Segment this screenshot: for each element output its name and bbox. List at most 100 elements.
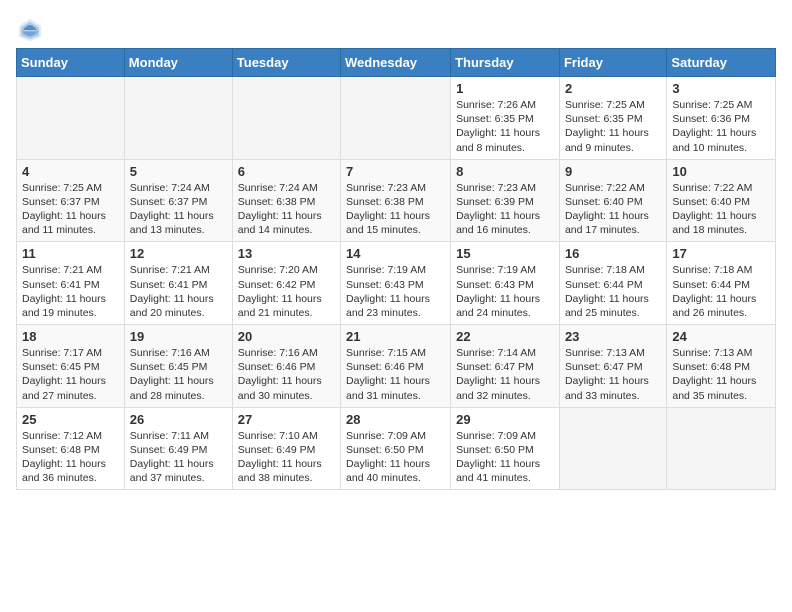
day-info: Sunrise: 7:13 AM Sunset: 6:47 PM Dayligh… [565,346,661,403]
calendar-cell: 5 Sunrise: 7:24 AM Sunset: 6:37 PM Daylig… [124,159,232,242]
day-number: 10 [672,164,770,179]
day-info: Sunrise: 7:25 AM Sunset: 6:37 PM Dayligh… [22,181,119,238]
calendar-cell: 19 Sunrise: 7:16 AM Sunset: 6:45 PM Dayli… [124,325,232,408]
day-number: 11 [22,246,119,261]
day-info: Sunrise: 7:22 AM Sunset: 6:40 PM Dayligh… [672,181,770,238]
day-number: 6 [238,164,335,179]
calendar-cell: 14 Sunrise: 7:19 AM Sunset: 6:43 PM Dayli… [341,242,451,325]
calendar-cell: 6 Sunrise: 7:24 AM Sunset: 6:38 PM Daylig… [232,159,340,242]
day-info: Sunrise: 7:21 AM Sunset: 6:41 PM Dayligh… [130,263,227,320]
calendar-cell: 13Sunrise: 7:20 AM Sunset: 6:42 PM Dayli… [232,242,340,325]
weekday-header-wednesday: Wednesday [341,49,451,77]
day-info: Sunrise: 7:24 AM Sunset: 6:38 PM Dayligh… [238,181,335,238]
day-number: 15 [456,246,554,261]
calendar-cell: 11 Sunrise: 7:21 AM Sunset: 6:41 PM Dayli… [17,242,125,325]
day-number: 22 [456,329,554,344]
day-number: 28 [346,412,445,427]
day-number: 25 [22,412,119,427]
weekday-header-thursday: Thursday [451,49,560,77]
calendar-cell: 26 Sunrise: 7:11 AM Sunset: 6:49 PM Dayli… [124,407,232,490]
calendar-table: SundayMondayTuesdayWednesdayThursdayFrid… [16,48,776,490]
calendar-cell [667,407,776,490]
calendar-cell: 25 Sunrise: 7:12 AM Sunset: 6:48 PM Dayli… [17,407,125,490]
calendar-cell [17,77,125,160]
calendar-cell: 1Sunrise: 7:26 AM Sunset: 6:35 PM Daylig… [451,77,560,160]
day-info: Sunrise: 7:22 AM Sunset: 6:40 PM Dayligh… [565,181,661,238]
day-info: Sunrise: 7:25 AM Sunset: 6:36 PM Dayligh… [672,98,770,155]
day-number: 3 [672,81,770,96]
day-info: Sunrise: 7:17 AM Sunset: 6:45 PM Dayligh… [22,346,119,403]
calendar-cell [232,77,340,160]
calendar-cell: 18 Sunrise: 7:17 AM Sunset: 6:45 PM Dayli… [17,325,125,408]
day-info: Sunrise: 7:16 AM Sunset: 6:45 PM Dayligh… [130,346,227,403]
calendar-cell: 28 Sunrise: 7:09 AM Sunset: 6:50 PM Dayli… [341,407,451,490]
calendar-cell: 9 Sunrise: 7:22 AM Sunset: 6:40 PM Daylig… [559,159,666,242]
calendar-week-5: 25 Sunrise: 7:12 AM Sunset: 6:48 PM Dayli… [17,407,776,490]
weekday-header-friday: Friday [559,49,666,77]
day-info: Sunrise: 7:11 AM Sunset: 6:49 PM Dayligh… [130,429,227,486]
calendar-cell: 27Sunrise: 7:10 AM Sunset: 6:49 PM Dayli… [232,407,340,490]
weekday-header-sunday: Sunday [17,49,125,77]
calendar-cell [559,407,666,490]
day-info: Sunrise: 7:23 AM Sunset: 6:39 PM Dayligh… [456,181,554,238]
calendar-week-2: 4 Sunrise: 7:25 AM Sunset: 6:37 PM Daylig… [17,159,776,242]
day-number: 17 [672,246,770,261]
calendar-week-4: 18 Sunrise: 7:17 AM Sunset: 6:45 PM Dayli… [17,325,776,408]
day-info: Sunrise: 7:12 AM Sunset: 6:48 PM Dayligh… [22,429,119,486]
weekday-header-tuesday: Tuesday [232,49,340,77]
calendar-cell [124,77,232,160]
weekday-header-monday: Monday [124,49,232,77]
day-info: Sunrise: 7:19 AM Sunset: 6:43 PM Dayligh… [456,263,554,320]
day-info: Sunrise: 7:24 AM Sunset: 6:37 PM Dayligh… [130,181,227,238]
day-number: 12 [130,246,227,261]
calendar-cell: 23Sunrise: 7:13 AM Sunset: 6:47 PM Dayli… [559,325,666,408]
weekday-header-saturday: Saturday [667,49,776,77]
day-number: 2 [565,81,661,96]
calendar-cell: 16Sunrise: 7:18 AM Sunset: 6:44 PM Dayli… [559,242,666,325]
day-info: Sunrise: 7:09 AM Sunset: 6:50 PM Dayligh… [456,429,554,486]
day-info: Sunrise: 7:21 AM Sunset: 6:41 PM Dayligh… [22,263,119,320]
calendar-cell: 29 Sunrise: 7:09 AM Sunset: 6:50 PM Dayli… [451,407,560,490]
day-info: Sunrise: 7:09 AM Sunset: 6:50 PM Dayligh… [346,429,445,486]
calendar-cell [341,77,451,160]
calendar-cell: 2 Sunrise: 7:25 AM Sunset: 6:35 PM Daylig… [559,77,666,160]
day-info: Sunrise: 7:18 AM Sunset: 6:44 PM Dayligh… [672,263,770,320]
day-info: Sunrise: 7:15 AM Sunset: 6:46 PM Dayligh… [346,346,445,403]
calendar-cell: 17 Sunrise: 7:18 AM Sunset: 6:44 PM Dayli… [667,242,776,325]
logo [16,16,48,44]
day-number: 5 [130,164,227,179]
day-number: 27 [238,412,335,427]
day-number: 26 [130,412,227,427]
day-info: Sunrise: 7:19 AM Sunset: 6:43 PM Dayligh… [346,263,445,320]
day-info: Sunrise: 7:16 AM Sunset: 6:46 PM Dayligh… [238,346,335,403]
day-number: 21 [346,329,445,344]
calendar-cell: 24Sunrise: 7:13 AM Sunset: 6:48 PM Dayli… [667,325,776,408]
calendar-cell: 8 Sunrise: 7:23 AM Sunset: 6:39 PM Daylig… [451,159,560,242]
weekday-header-row: SundayMondayTuesdayWednesdayThursdayFrid… [17,49,776,77]
day-number: 9 [565,164,661,179]
day-number: 4 [22,164,119,179]
day-number: 20 [238,329,335,344]
day-info: Sunrise: 7:23 AM Sunset: 6:38 PM Dayligh… [346,181,445,238]
day-info: Sunrise: 7:26 AM Sunset: 6:35 PM Dayligh… [456,98,554,155]
calendar-cell: 20 Sunrise: 7:16 AM Sunset: 6:46 PM Dayli… [232,325,340,408]
day-number: 18 [22,329,119,344]
day-info: Sunrise: 7:14 AM Sunset: 6:47 PM Dayligh… [456,346,554,403]
day-number: 29 [456,412,554,427]
day-number: 7 [346,164,445,179]
calendar-cell: 7 Sunrise: 7:23 AM Sunset: 6:38 PM Daylig… [341,159,451,242]
calendar-cell: 15 Sunrise: 7:19 AM Sunset: 6:43 PM Dayli… [451,242,560,325]
calendar-cell: 4 Sunrise: 7:25 AM Sunset: 6:37 PM Daylig… [17,159,125,242]
day-number: 19 [130,329,227,344]
day-info: Sunrise: 7:25 AM Sunset: 6:35 PM Dayligh… [565,98,661,155]
calendar-cell: 10 Sunrise: 7:22 AM Sunset: 6:40 PM Dayli… [667,159,776,242]
header [16,16,776,44]
calendar-cell: 12 Sunrise: 7:21 AM Sunset: 6:41 PM Dayli… [124,242,232,325]
calendar-cell: 3 Sunrise: 7:25 AM Sunset: 6:36 PM Daylig… [667,77,776,160]
day-number: 8 [456,164,554,179]
day-number: 16 [565,246,661,261]
calendar-cell: 21 Sunrise: 7:15 AM Sunset: 6:46 PM Dayli… [341,325,451,408]
day-number: 14 [346,246,445,261]
calendar-week-1: 1Sunrise: 7:26 AM Sunset: 6:35 PM Daylig… [17,77,776,160]
day-number: 13 [238,246,335,261]
